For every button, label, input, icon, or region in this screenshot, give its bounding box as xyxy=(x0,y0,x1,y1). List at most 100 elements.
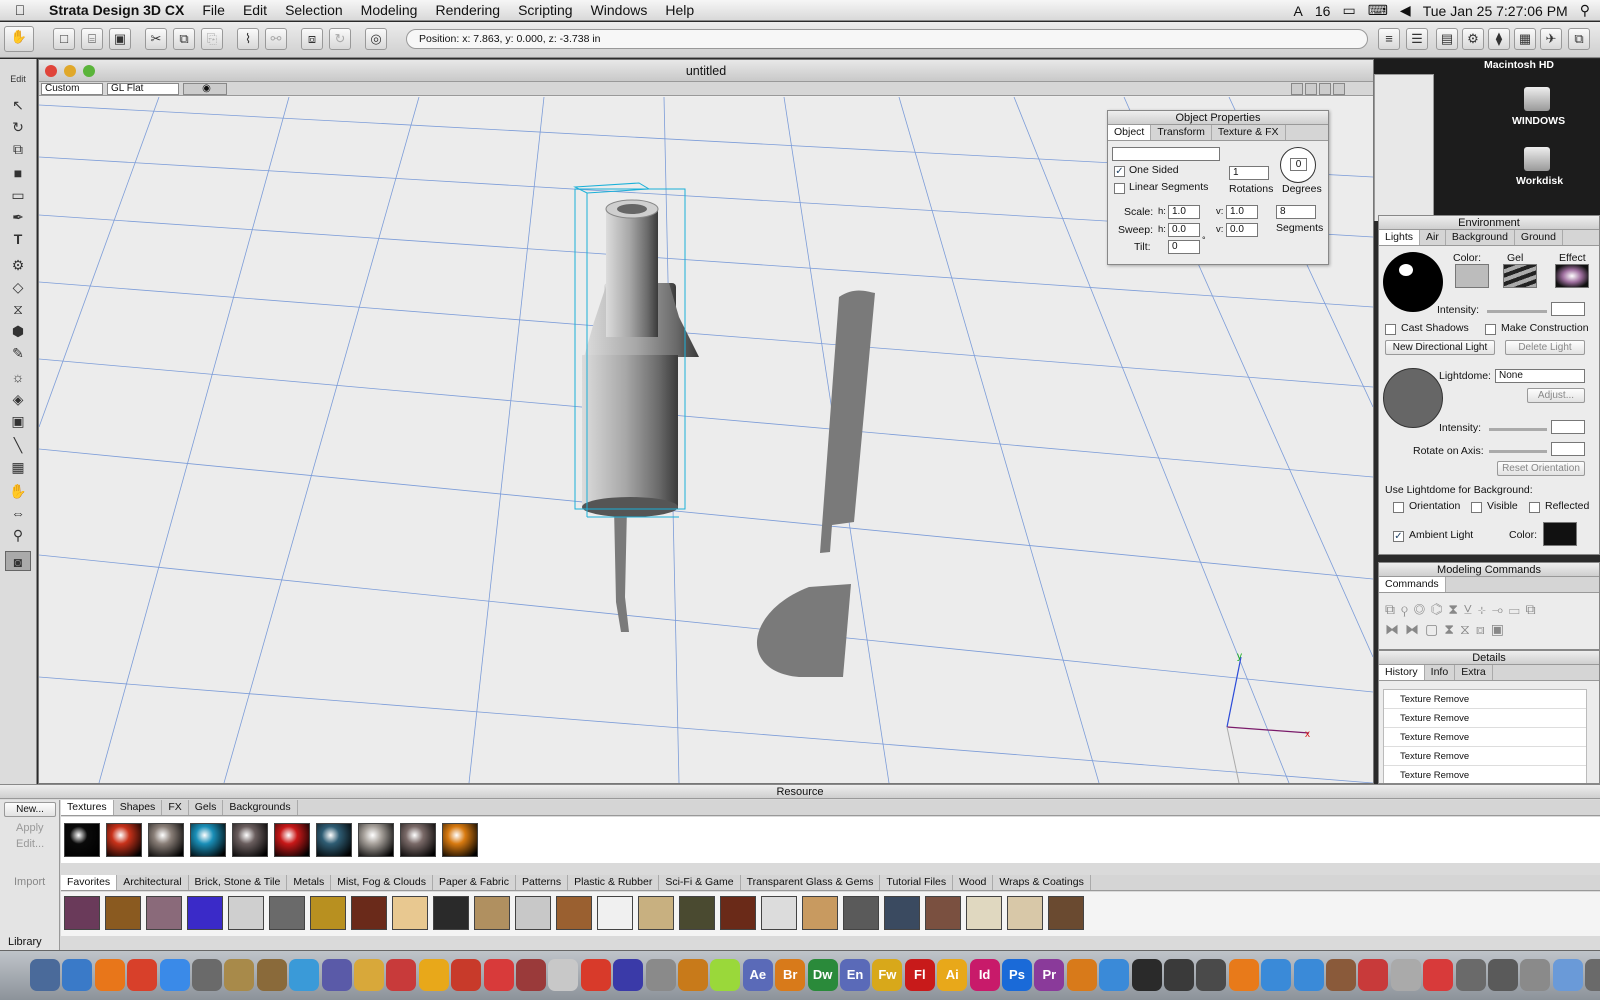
dock-app-icon[interactable] xyxy=(678,959,708,991)
segments-field[interactable]: 8 xyxy=(1276,205,1316,219)
volume-windows[interactable]: WINDOWS xyxy=(1512,115,1565,127)
texture-swatch[interactable] xyxy=(316,823,352,857)
dock-app-icon[interactable]: Fw xyxy=(872,959,903,991)
new-resource-button[interactable]: New... xyxy=(4,802,56,817)
texture-swatch[interactable] xyxy=(638,896,674,930)
dock-app-icon[interactable] xyxy=(613,959,644,991)
render-icon[interactable]: ⧈ xyxy=(301,28,323,50)
history-item[interactable]: Texture Remove xyxy=(1384,766,1586,783)
tab-architectural[interactable]: Architectural xyxy=(117,875,189,890)
tab-commands[interactable]: Commands xyxy=(1379,577,1446,592)
tab-lights[interactable]: Lights xyxy=(1379,230,1421,245)
camera-tool-icon[interactable]: ▣ xyxy=(5,411,31,431)
texture-swatch[interactable] xyxy=(442,823,478,857)
ambient-color-swatch[interactable] xyxy=(1543,522,1577,546)
dock-app-icon[interactable] xyxy=(1423,959,1454,991)
dock-app-icon[interactable] xyxy=(289,959,320,991)
bottle-object[interactable] xyxy=(573,182,699,518)
dock-app-icon[interactable] xyxy=(1228,959,1259,991)
dock-app-icon[interactable] xyxy=(354,959,384,991)
texture-swatch[interactable] xyxy=(433,896,469,930)
texture-swatch[interactable] xyxy=(400,823,436,857)
dock-app-icon[interactable] xyxy=(645,959,676,991)
adobe-font-icon[interactable]: A xyxy=(1294,3,1303,19)
texture-swatch[interactable] xyxy=(146,896,182,930)
dock-app-icon[interactable]: Id xyxy=(969,959,1000,991)
texture-swatch[interactable] xyxy=(392,896,428,930)
dock-app-icon[interactable] xyxy=(224,959,255,991)
texture-swatch[interactable] xyxy=(106,823,142,857)
dolly-tool-icon[interactable]: ⇔ xyxy=(5,503,31,523)
texture-swatch[interactable] xyxy=(274,823,310,857)
dock-app-icon[interactable] xyxy=(1293,959,1324,991)
texture-swatch[interactable] xyxy=(1048,896,1084,930)
expand-icon[interactable] xyxy=(1333,83,1345,95)
texture-swatch[interactable] xyxy=(64,823,100,857)
degrees-dial[interactable]: 0 xyxy=(1280,147,1316,183)
reset-orientation-button[interactable]: Reset Orientation xyxy=(1497,461,1585,476)
mirror-tool-icon[interactable]: ⧖ xyxy=(5,299,31,319)
dock-app-icon[interactable]: Ps xyxy=(1002,959,1032,991)
texture-swatch[interactable] xyxy=(1007,896,1043,930)
menu-windows[interactable]: Windows xyxy=(582,2,657,18)
dock-app-icon[interactable] xyxy=(1358,959,1389,991)
texture-swatch[interactable] xyxy=(187,896,223,930)
grid-view-icon[interactable] xyxy=(1305,83,1317,95)
library-label[interactable]: Library xyxy=(8,936,42,948)
sweep-v-field[interactable]: 0.0 xyxy=(1226,223,1258,237)
hand-tool-icon[interactable]: ✋ xyxy=(4,26,34,52)
lathe-tool-icon[interactable]: ⚙ xyxy=(5,255,31,275)
tab-transform[interactable]: Transform xyxy=(1151,125,1212,140)
adjust-button[interactable]: Adjust... xyxy=(1527,388,1585,403)
shape-tool-icon[interactable]: ◇ xyxy=(5,277,31,297)
save-icon[interactable]: ▣ xyxy=(109,28,131,50)
camera-icon[interactable]: ◎ xyxy=(365,28,387,50)
light-tool-icon[interactable]: ☼ xyxy=(5,367,31,387)
drive-icon[interactable] xyxy=(1524,87,1550,111)
tab-wraps-coatings[interactable]: Wraps & Coatings xyxy=(993,875,1091,890)
cast-shadows-checkbox[interactable] xyxy=(1385,324,1396,335)
texture-swatch[interactable] xyxy=(597,896,633,930)
dock-app-icon[interactable] xyxy=(1455,959,1486,991)
make-construction-checkbox[interactable] xyxy=(1485,324,1496,335)
tab-tutorial-files[interactable]: Tutorial Files xyxy=(880,875,954,890)
cube-tool-icon[interactable]: ⬢ xyxy=(5,321,31,341)
tab-plastic-rubber[interactable]: Plastic & Rubber xyxy=(568,875,660,890)
texture-swatch[interactable] xyxy=(148,823,184,857)
edit-resource-button[interactable]: Edit... xyxy=(16,838,44,850)
dock-app-icon[interactable] xyxy=(1326,959,1356,991)
rotate-axis-slider[interactable] xyxy=(1489,450,1547,453)
open-folder-icon[interactable]: ⌸ xyxy=(81,28,103,50)
tab-mist-fog-clouds[interactable]: Mist, Fog & Clouds xyxy=(331,875,433,890)
layers-icon[interactable]: ⧫ xyxy=(1488,28,1510,50)
tab-patterns[interactable]: Patterns xyxy=(516,875,569,890)
dock-app-icon[interactable] xyxy=(30,959,60,991)
plane-icon[interactable]: ✈ xyxy=(1540,28,1562,50)
dock-app-icon[interactable] xyxy=(1520,959,1551,991)
tab-air[interactable]: Air xyxy=(1420,230,1446,245)
dock-app-icon[interactable] xyxy=(483,959,514,991)
rotate-icon[interactable]: ↻ xyxy=(329,28,351,50)
texture-swatch[interactable] xyxy=(105,896,141,930)
active-tool-icon[interactable]: ◙ xyxy=(5,551,31,571)
texture-swatch[interactable] xyxy=(925,896,961,930)
visible-checkbox[interactable] xyxy=(1471,502,1482,513)
dock-app-icon[interactable]: Pr xyxy=(1034,959,1065,991)
split-view-icon[interactable] xyxy=(1319,83,1331,95)
dock-app-icon[interactable] xyxy=(548,959,579,991)
history-item[interactable]: Texture Remove xyxy=(1384,728,1586,747)
texture-swatch[interactable] xyxy=(228,896,264,930)
align-icon[interactable]: ☰ xyxy=(1406,28,1428,50)
texture-swatch[interactable] xyxy=(351,896,387,930)
rotate-tool-icon[interactable]: ↻ xyxy=(5,117,31,137)
dock-app-icon[interactable]: Ae xyxy=(742,959,773,991)
zoom-icon[interactable] xyxy=(83,65,95,77)
texture-swatch[interactable] xyxy=(474,896,510,930)
menu-scripting[interactable]: Scripting xyxy=(509,2,581,18)
dock-app-icon[interactable] xyxy=(321,959,352,991)
display-icon[interactable]: ▭ xyxy=(1342,2,1355,19)
menu-rendering[interactable]: Rendering xyxy=(426,2,509,18)
grid-icon[interactable]: ▦ xyxy=(1514,28,1536,50)
rotate-axis-field[interactable] xyxy=(1551,442,1585,456)
sweep-h-field[interactable]: 0.0 xyxy=(1168,223,1200,237)
